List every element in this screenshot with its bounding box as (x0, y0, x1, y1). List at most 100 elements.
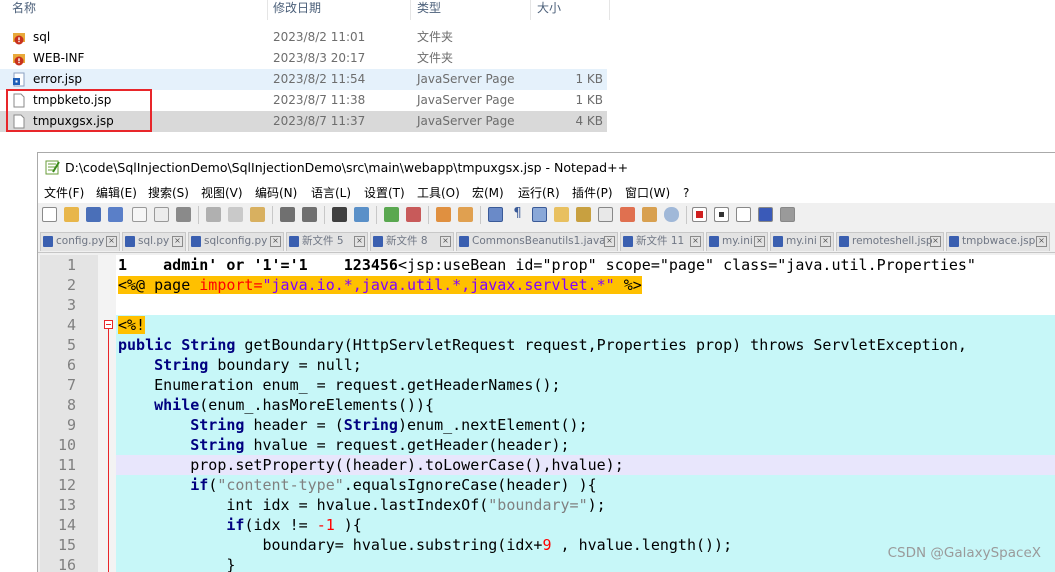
tab-close-icon[interactable]: × (604, 236, 615, 247)
tab-close-icon[interactable]: × (106, 236, 117, 247)
file-row-error-jsp[interactable]: error.jsp 2023/8/2 11:54 JavaServer Page… (0, 69, 607, 90)
code-line: 10 String hvalue = request.getHeader(hea… (40, 435, 1055, 455)
tab-new-11[interactable]: 新文件 11 × (620, 232, 704, 251)
menu-encoding[interactable]: 编码(N) (255, 183, 297, 203)
save-all-icon[interactable] (108, 207, 123, 222)
menu-edit[interactable]: 编辑(E) (96, 183, 137, 203)
column-type-header[interactable]: 类型 (417, 0, 441, 20)
redo-icon[interactable] (302, 207, 317, 222)
tab-my-ini-2[interactable]: my.ini × (770, 232, 834, 251)
annotation-highlight-box (6, 89, 152, 132)
run-macro-multiple-icon[interactable] (758, 207, 773, 222)
paste-icon[interactable] (250, 207, 265, 222)
print-icon[interactable] (176, 207, 191, 222)
tab-commonsbeanutils1-java[interactable]: CommonsBeanutils1.java × (456, 232, 618, 251)
tab-close-icon[interactable]: × (440, 236, 451, 247)
code-editor[interactable]: 1 1 admin' or '1'='1 123456<jsp:useBean … (40, 255, 1055, 572)
file-tab-icon (373, 236, 383, 247)
menu-macro[interactable]: 宏(M) (472, 183, 504, 203)
tab-my-ini-1[interactable]: my.ini × (706, 232, 768, 251)
file-tab-icon (125, 236, 135, 247)
new-file-icon[interactable] (42, 207, 57, 222)
menu-help[interactable]: ? (683, 183, 689, 203)
code-line: 14 if(idx != -1 ){ (40, 515, 1055, 535)
sync-horizontal-icon[interactable] (458, 207, 473, 222)
file-date: 2023/8/3 20:17 (273, 51, 366, 65)
play-macro-icon[interactable] (736, 207, 751, 222)
column-header: 名称 修改日期 类型 大小 (0, 0, 610, 20)
tab-close-icon[interactable]: × (354, 236, 365, 247)
tab-bar: config.py × sql.py × sqlconfig.py × 新文件 5 × … (38, 231, 1055, 253)
menu-run[interactable]: 运行(R) (518, 183, 560, 203)
undo-icon[interactable] (280, 207, 295, 222)
menu-file[interactable]: 文件(F) (44, 183, 84, 203)
file-type: JavaServer Page (417, 93, 515, 107)
stop-macro-icon[interactable] (714, 207, 729, 222)
file-size: 4 KB (575, 114, 603, 128)
fold-toggle-icon[interactable] (104, 320, 113, 329)
tab-config-py[interactable]: config.py × (40, 232, 120, 251)
file-explorer: 名称 修改日期 类型 大小 sql 2023/8/2 11:01 文件夹 WEB… (0, 0, 610, 140)
folder-warning-icon (13, 54, 25, 66)
tab-close-icon[interactable]: × (820, 236, 831, 247)
tab-tmpbwace-jsp[interactable]: tmpbwace.jsp × (946, 232, 1050, 251)
cut-icon[interactable] (206, 207, 221, 222)
tab-close-icon[interactable]: × (930, 236, 941, 247)
copy-icon[interactable] (228, 207, 243, 222)
file-name: sql (33, 30, 51, 44)
close-all-icon[interactable] (154, 207, 169, 222)
column-date-header[interactable]: 修改日期 (273, 0, 321, 20)
tab-close-icon[interactable]: × (690, 236, 701, 247)
menu-search[interactable]: 搜索(S) (148, 183, 189, 203)
menu-tools[interactable]: 工具(O) (417, 183, 460, 203)
code-line: 4 <%! (40, 315, 1055, 335)
tab-close-icon[interactable]: × (1036, 236, 1047, 247)
tab-remoteshell-jsp[interactable]: remoteshell.jsp × (836, 232, 944, 251)
zoom-in-icon[interactable] (384, 207, 399, 222)
tab-close-icon[interactable]: × (270, 236, 281, 247)
column-name-header[interactable]: 名称 (12, 0, 36, 20)
find-icon[interactable] (332, 207, 347, 222)
folder-workspace-icon[interactable] (642, 207, 657, 222)
close-icon[interactable] (132, 207, 147, 222)
tab-sql-py[interactable]: sql.py × (122, 232, 186, 251)
record-macro-icon[interactable] (692, 207, 707, 222)
function-list-icon[interactable] (620, 207, 635, 222)
tab-new-8[interactable]: 新文件 8 × (370, 232, 454, 251)
file-tab-icon (623, 236, 633, 247)
indent-guide-icon[interactable] (532, 207, 547, 222)
injected-credentials-text: 1 admin' or '1'='1 123456 (118, 256, 398, 274)
menu-plugins[interactable]: 插件(P) (572, 183, 613, 203)
sync-vertical-icon[interactable] (436, 207, 451, 222)
file-date: 2023/8/7 11:38 (273, 93, 366, 107)
window-title: D:\code\SqlInjectionDemo\SqlInjectionDem… (65, 160, 629, 175)
tab-new-5[interactable]: 新文件 5 × (286, 232, 368, 251)
tab-sqlconfig-py[interactable]: sqlconfig.py × (188, 232, 284, 251)
code-line: 7 Enumeration enum_ = request.getHeaderN… (40, 375, 1055, 395)
file-row-web-inf[interactable]: WEB-INF 2023/8/3 20:17 文件夹 (0, 48, 607, 69)
replace-icon[interactable] (354, 207, 369, 222)
monitoring-icon[interactable] (664, 207, 679, 222)
menu-view[interactable]: 视图(V) (201, 183, 243, 203)
save-macro-icon[interactable] (780, 207, 795, 222)
notepadpp-window: D:\code\SqlInjectionDemo\SqlInjectionDem… (37, 152, 1055, 572)
file-size: 1 KB (575, 93, 603, 107)
file-row-sql[interactable]: sql 2023/8/2 11:01 文件夹 (0, 27, 607, 48)
save-icon[interactable] (86, 207, 101, 222)
file-date: 2023/8/2 11:01 (273, 30, 366, 44)
zoom-out-icon[interactable] (406, 207, 421, 222)
tab-close-icon[interactable]: × (172, 236, 183, 247)
file-date: 2023/8/2 11:54 (273, 72, 366, 86)
menu-window[interactable]: 窗口(W) (625, 183, 670, 203)
udl-icon[interactable] (554, 207, 569, 222)
menu-language[interactable]: 语言(L) (311, 183, 351, 203)
doc-map-icon[interactable] (576, 207, 591, 222)
word-wrap-icon[interactable] (488, 207, 503, 222)
show-all-chars-icon[interactable]: ¶ (510, 207, 525, 222)
open-file-icon[interactable] (64, 207, 79, 222)
doc-list-icon[interactable] (598, 207, 613, 222)
column-size-header[interactable]: 大小 (537, 0, 561, 20)
menu-settings[interactable]: 设置(T) (364, 183, 405, 203)
tab-close-icon[interactable]: × (754, 236, 765, 247)
file-type: 文件夹 (417, 51, 454, 65)
